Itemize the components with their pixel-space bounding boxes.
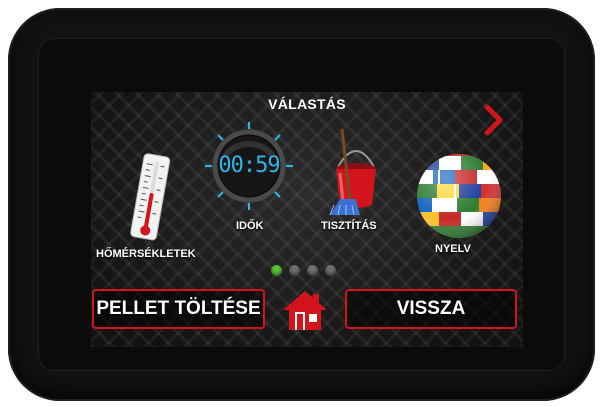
page-dot[interactable] <box>325 265 336 276</box>
menu-label-language: NYELV <box>435 243 471 255</box>
menu-item-language[interactable]: NYELV <box>409 150 509 260</box>
menu-item-cleaning[interactable]: TISZTÍTÁS <box>316 127 396 237</box>
home-icon[interactable] <box>281 288 329 332</box>
clock-display: 00:59 <box>218 153 280 178</box>
menu-item-temperatures[interactable]: HŐMÉRSÉKLETEK <box>91 147 211 267</box>
menu-label-temperatures: HŐMÉRSÉKLETEK <box>96 248 196 260</box>
touch-screen: VÁLASTÁS HŐMÉRSÉKLETEK 00:59 IDŐK TISZTÍ… <box>91 92 523 347</box>
page-dot[interactable] <box>289 265 300 276</box>
page-dot-active[interactable] <box>271 265 282 276</box>
page-indicator <box>271 265 341 279</box>
flag-globe-icon <box>417 154 501 238</box>
page-dot[interactable] <box>307 265 318 276</box>
back-button[interactable]: VISSZA <box>345 289 517 329</box>
screen-title: VÁLASTÁS <box>268 96 346 112</box>
chevron-right-icon[interactable] <box>483 104 505 136</box>
menu-label-times: IDŐK <box>236 220 264 232</box>
menu-label-cleaning: TISZTÍTÁS <box>321 220 377 232</box>
pellet-loading-button[interactable]: PELLET TÖLTÉSE <box>92 289 265 329</box>
thermometer-icon <box>130 153 171 241</box>
cleaning-bucket-icon <box>329 128 376 216</box>
menu-item-times[interactable]: 00:59 IDŐK <box>199 120 299 240</box>
